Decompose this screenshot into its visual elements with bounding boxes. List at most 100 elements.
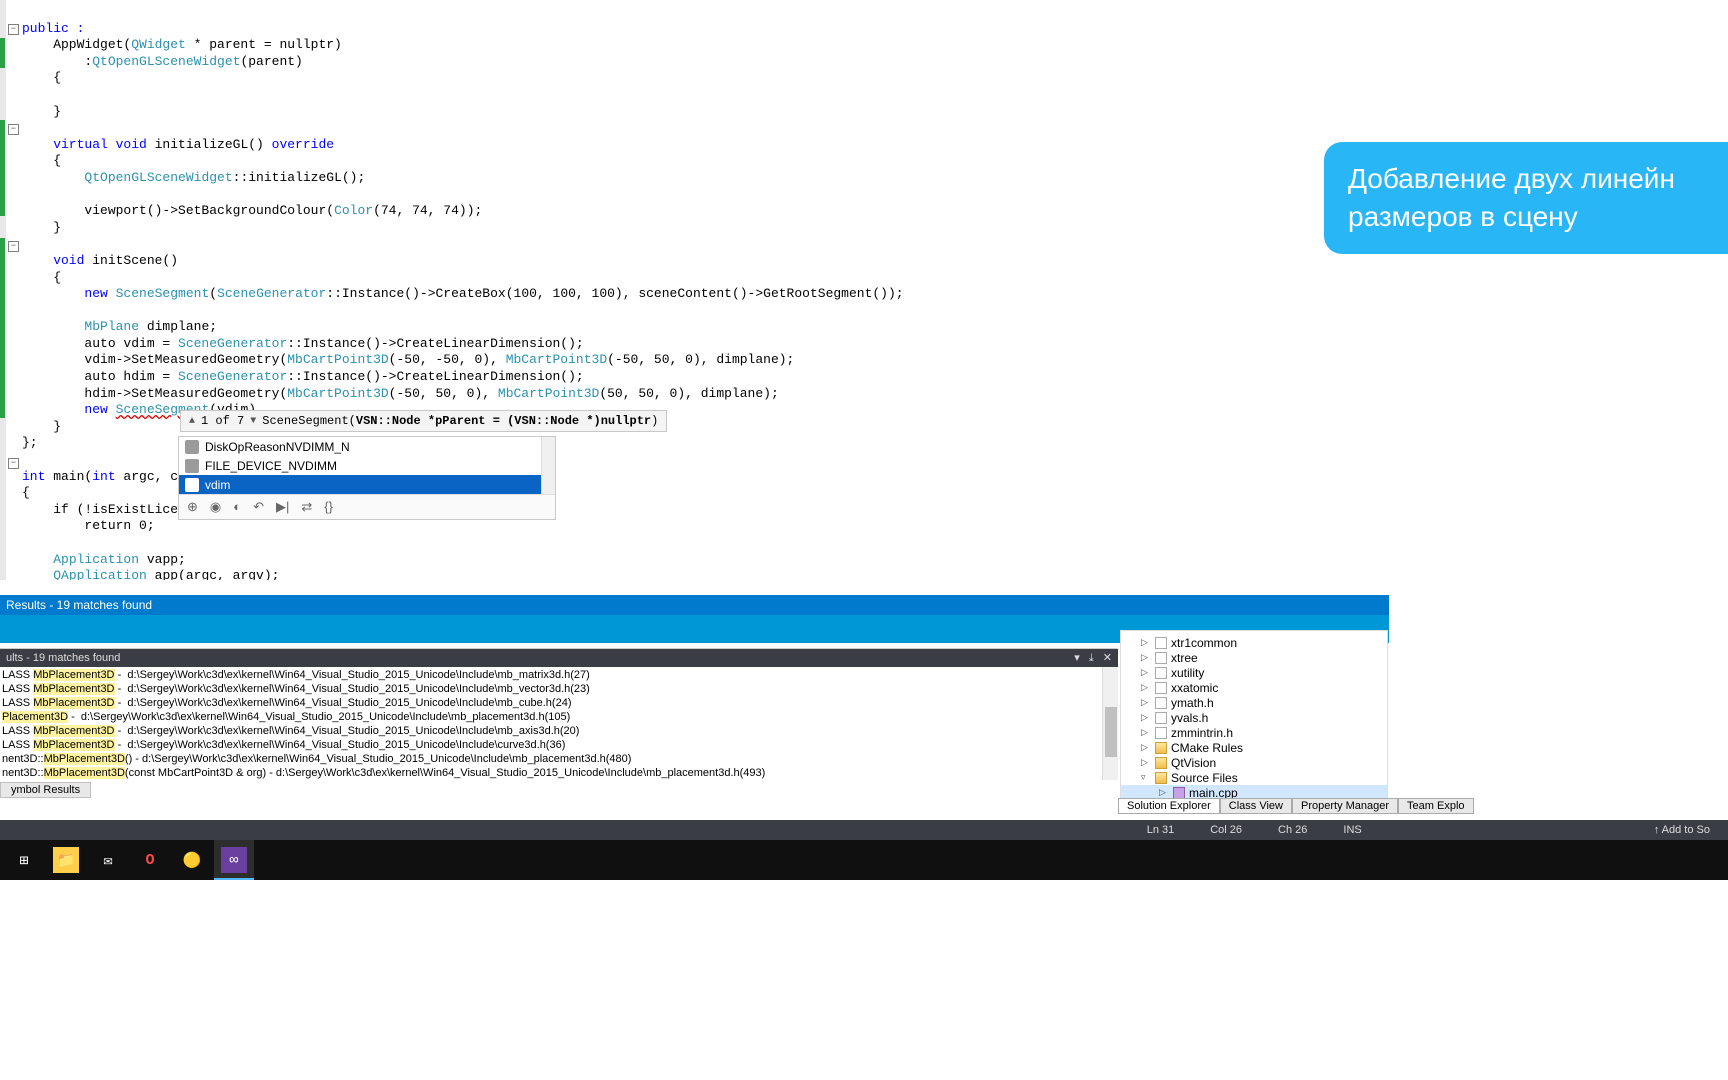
filter-icon[interactable]: ↶ bbox=[253, 499, 264, 515]
file-icon bbox=[1155, 652, 1167, 664]
file-icon bbox=[1155, 712, 1167, 724]
symbol-results-header: Results - 19 matches found bbox=[0, 595, 1389, 615]
expand-icon[interactable]: ▷ bbox=[1141, 757, 1151, 768]
sig-next-icon[interactable]: ▼ bbox=[250, 416, 256, 427]
tree-item[interactable]: ▷ xxatomic bbox=[1121, 680, 1387, 695]
completion-item[interactable]: vdim bbox=[179, 475, 555, 494]
tree-item[interactable]: ▷ CMake Rules bbox=[1121, 740, 1387, 755]
expand-icon[interactable]: ▷ bbox=[1141, 727, 1151, 738]
tab-team-explorer[interactable]: Team Explo bbox=[1398, 798, 1473, 814]
filter-icon[interactable]: ◐ bbox=[233, 499, 241, 515]
tab-symbol-results[interactable]: ymbol Results bbox=[0, 782, 91, 798]
tree-item[interactable]: ▷ QtVision bbox=[1121, 755, 1387, 770]
member-icon bbox=[185, 440, 199, 454]
expand-icon[interactable]: ▷ bbox=[1141, 742, 1151, 753]
tree-item[interactable]: ▷ xtr1common bbox=[1121, 635, 1387, 650]
results-row[interactable]: LASS MbPlacement3D - d:\Sergey\Work\c3d\… bbox=[2, 697, 1116, 711]
annotation-bubble: Добавление двух линейн размеров в сцену bbox=[1324, 142, 1728, 254]
tree-label: xutility bbox=[1171, 666, 1204, 680]
file-icon bbox=[1155, 637, 1167, 649]
expand-icon[interactable]: ▷ bbox=[1141, 637, 1151, 648]
filter-icon[interactable]: ⊕ bbox=[187, 499, 198, 515]
tree-item[interactable]: ▷ xutility bbox=[1121, 665, 1387, 680]
signature-help-tooltip: ▲ 1 of 7 ▼ SceneSegment(VSN::Node *pPare… bbox=[180, 410, 667, 432]
file-icon bbox=[1155, 727, 1167, 739]
expand-icon[interactable]: ▷ bbox=[1141, 652, 1151, 663]
taskbar-chrome[interactable]: 🟡 bbox=[172, 840, 212, 880]
start-menu-button[interactable]: ⊞ bbox=[4, 840, 44, 880]
results-row[interactable]: LASS MbPlacement3D - d:\Sergey\Work\c3d\… bbox=[2, 669, 1116, 683]
cpp-icon bbox=[1173, 787, 1185, 799]
fold-toggle-icon[interactable]: − bbox=[8, 124, 19, 135]
status-bar: Ln 31 Col 26 Ch 26 INS ↑ Add to So bbox=[0, 820, 1728, 840]
results-list[interactable]: LASS MbPlacement3D - d:\Sergey\Work\c3d\… bbox=[0, 667, 1118, 779]
tab-property-manager[interactable]: Property Manager bbox=[1292, 798, 1398, 814]
results-titlebar: ults - 19 matches found ▾ ⤓ ✕ bbox=[0, 649, 1118, 667]
fold-toggle-icon[interactable]: − bbox=[8, 241, 19, 252]
results-scrollbar[interactable] bbox=[1102, 667, 1118, 780]
taskbar-visual-studio[interactable]: ∞ bbox=[214, 840, 254, 880]
file-icon bbox=[1155, 697, 1167, 709]
status-ch: Ch 26 bbox=[1278, 824, 1307, 836]
fold-icon bbox=[1155, 742, 1167, 754]
tree-label: ymath.h bbox=[1171, 696, 1214, 710]
fold-icon bbox=[1155, 757, 1167, 769]
tree-label: xxatomic bbox=[1171, 681, 1218, 695]
taskbar-opera[interactable]: O bbox=[130, 840, 170, 880]
results-row[interactable]: Placement3D - d:\Sergey\Work\c3d\ex\kern… bbox=[2, 711, 1116, 725]
completion-label: DiskOpReasonNVDIMM_N bbox=[205, 440, 350, 454]
results-row[interactable]: LASS MbPlacement3D - d:\Sergey\Work\c3d\… bbox=[2, 725, 1116, 739]
completion-scrollbar[interactable] bbox=[541, 437, 555, 494]
completion-filter-bar: ⊕ ◉ ◐ ↶ ▶| ⇄ {} bbox=[179, 494, 555, 519]
tree-item[interactable]: ▿Source Files bbox=[1121, 770, 1387, 785]
tree-label: zmmintrin.h bbox=[1171, 726, 1233, 740]
sidebar-tabs: Solution Explorer Class View Property Ma… bbox=[1118, 798, 1474, 814]
filter-icon[interactable]: ▶| bbox=[276, 499, 289, 515]
tree-label: xtr1common bbox=[1171, 636, 1237, 650]
results-row[interactable]: nent3D::MbPlacement3D() - d:\Sergey\Work… bbox=[2, 753, 1116, 767]
tree-label: QtVision bbox=[1171, 756, 1216, 770]
tree-label: CMake Rules bbox=[1171, 741, 1243, 755]
completion-item[interactable]: DiskOpReasonNVDIMM_N bbox=[179, 437, 555, 456]
intellisense-completion-list[interactable]: DiskOpReasonNVDIMM_N FILE_DEVICE_NVDIMM … bbox=[178, 436, 556, 520]
tree-item[interactable]: ▷ ymath.h bbox=[1121, 695, 1387, 710]
expand-icon[interactable]: ▷ bbox=[1141, 682, 1151, 693]
status-ins: INS bbox=[1343, 824, 1361, 836]
file-icon bbox=[1155, 667, 1167, 679]
tab-solution-explorer[interactable]: Solution Explorer bbox=[1118, 798, 1220, 814]
tree-item[interactable]: ▷ xtree bbox=[1121, 650, 1387, 665]
taskbar-mail[interactable]: ✉ bbox=[88, 840, 128, 880]
fold-toggle-icon[interactable]: − bbox=[8, 458, 19, 469]
filter-icon[interactable]: ⇄ bbox=[301, 499, 312, 515]
close-icon[interactable]: ✕ bbox=[1103, 652, 1112, 664]
filter-icon[interactable]: {} bbox=[324, 499, 333, 515]
completion-label: vdim bbox=[205, 478, 230, 492]
taskbar-file-explorer[interactable]: 📁 bbox=[46, 840, 86, 880]
expand-icon[interactable]: ▷ bbox=[1159, 787, 1169, 798]
sig-prev-icon[interactable]: ▲ bbox=[189, 416, 195, 427]
expand-icon[interactable]: ▿ bbox=[1141, 772, 1151, 783]
results-row[interactable]: LASS MbPlacement3D - d:\Sergey\Work\c3d\… bbox=[2, 683, 1116, 697]
fold-icon bbox=[1155, 772, 1167, 784]
dropdown-icon[interactable]: ▾ bbox=[1074, 652, 1080, 664]
tree-label: xtree bbox=[1171, 651, 1198, 665]
completion-item[interactable]: FILE_DEVICE_NVDIMM bbox=[179, 456, 555, 475]
tab-class-view[interactable]: Class View bbox=[1220, 798, 1292, 814]
member-icon bbox=[185, 478, 199, 492]
expand-icon[interactable]: ▷ bbox=[1141, 667, 1151, 678]
file-icon bbox=[1155, 682, 1167, 694]
status-add-source-control[interactable]: ↑ Add to So bbox=[1654, 824, 1710, 836]
solution-explorer[interactable]: ▷ xtr1common ▷ xtree ▷ xutility ▷ xxatomic ▷ ymat… bbox=[1120, 630, 1388, 810]
expand-icon[interactable]: ▷ bbox=[1141, 697, 1151, 708]
results-row[interactable]: LASS MbPlacement3D - d:\Sergey\Work\c3d\… bbox=[2, 739, 1116, 753]
member-icon bbox=[185, 459, 199, 473]
code-editor[interactable]: − − − − public : AppWidget(QWidget * par… bbox=[0, 0, 1389, 580]
expand-icon[interactable]: ▷ bbox=[1141, 712, 1151, 723]
tree-item[interactable]: ▷yvals.h bbox=[1121, 710, 1387, 725]
pin-icon[interactable]: ⤓ bbox=[1089, 652, 1094, 664]
sig-text: SceneSegment(VSN::Node *pParent = (VSN::… bbox=[262, 414, 658, 428]
results-row[interactable]: nent3D::MbPlacement3D(const MbCartPoint3… bbox=[2, 767, 1116, 779]
filter-icon[interactable]: ◉ bbox=[210, 499, 221, 515]
tree-item[interactable]: ▷ zmmintrin.h bbox=[1121, 725, 1387, 740]
fold-toggle-icon[interactable]: − bbox=[8, 24, 19, 35]
